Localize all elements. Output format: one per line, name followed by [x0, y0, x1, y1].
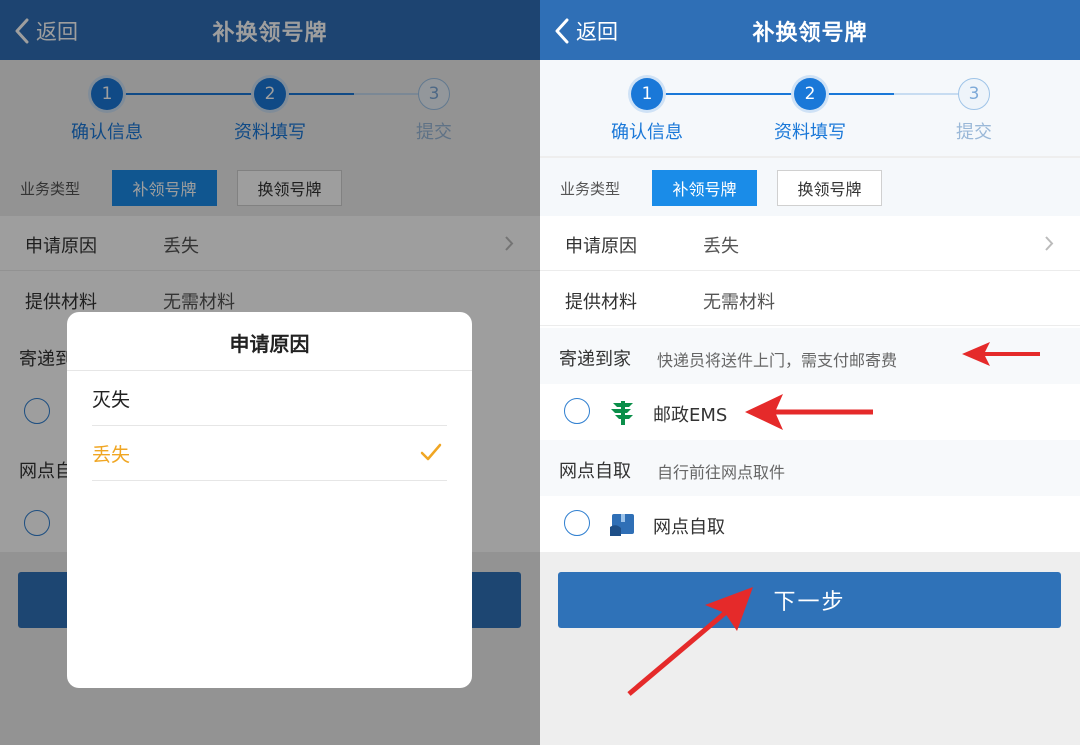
pickup-option-row[interactable]: 网点自取 [540, 496, 1080, 552]
screen-delivery-options: 返回 补换领号牌 1 2 3 确认信息 资料填写 提交 业务类型 补领号牌 换领… [540, 0, 1080, 745]
step-1-label: 确认信息 [611, 122, 683, 143]
checkmark-icon [420, 443, 442, 461]
reason-option-label: 灭失 [92, 389, 131, 411]
pickup-option-label: 网点自取 [653, 517, 725, 538]
screen-with-reason-dialog: 返回 补换领号牌 1 2 3 确认信息 资料填写 提交 业务类型 补领号牌 换领… [0, 0, 540, 745]
home-delivery-desc: 快递员将送件上门，需支付邮寄费 [657, 351, 898, 370]
ems-option-label: 邮政EMS [653, 405, 728, 426]
ems-option-row[interactable]: 邮政EMS [540, 384, 1080, 440]
replace-plate-button[interactable]: 换领号牌 [777, 170, 882, 206]
pickup-radio[interactable] [564, 510, 590, 536]
next-button[interactable]: 下一步 [558, 572, 1061, 628]
china-post-logo-icon [611, 401, 633, 425]
step-2-circle: 2 [794, 78, 826, 110]
reason-option-destroyed[interactable]: 灭失 [92, 371, 447, 425]
step-connector [894, 93, 958, 95]
ems-radio[interactable] [564, 398, 590, 424]
step-indicator: 1 2 3 确认信息 资料填写 提交 [540, 60, 1080, 156]
dialog-divider [92, 480, 447, 481]
home-delivery-title: 寄递到家 [559, 349, 631, 370]
reason-picker-dialog: 申请原因 灭失 丢失 [67, 312, 472, 688]
nav-header: 返回 补换领号牌 [540, 0, 1080, 60]
reason-option-label: 丢失 [92, 444, 131, 466]
step-2-label: 资料填写 [774, 122, 846, 143]
pickup-desc: 自行前往网点取件 [657, 463, 786, 482]
chevron-right-icon [1045, 236, 1054, 251]
form-card: 申请原因 丢失 提供材料 无需材料 寄递到家 快递员将送件上门，需支付邮寄费 邮… [540, 216, 1080, 552]
pickup-title: 网点自取 [559, 461, 631, 482]
step-3-label: 提交 [956, 122, 992, 143]
step-connector [663, 93, 794, 95]
reason-label: 申请原因 [565, 236, 637, 257]
page-title: 补换领号牌 [752, 21, 868, 46]
reissue-plate-button[interactable]: 补领号牌 [652, 170, 757, 206]
business-type-row: 业务类型 补领号牌 换领号牌 [540, 158, 1080, 216]
home-delivery-row: 寄递到家 快递员将送件上门，需支付邮寄费 [540, 328, 1080, 384]
dialog-title: 申请原因 [229, 332, 310, 356]
step-1-circle: 1 [631, 78, 663, 110]
parcel-box-icon [610, 514, 634, 536]
reason-option-lost[interactable]: 丢失 [92, 426, 447, 480]
business-type-label: 业务类型 [560, 180, 621, 198]
reason-row[interactable]: 申请原因 丢失 [540, 216, 1080, 271]
materials-row: 提供材料 无需材料 [540, 271, 1080, 326]
row-divider [540, 325, 1080, 326]
step-3-circle: 3 [958, 78, 990, 110]
materials-value: 无需材料 [703, 292, 775, 313]
materials-label: 提供材料 [565, 292, 637, 313]
step-connector [826, 93, 894, 95]
reason-value: 丢失 [703, 236, 739, 257]
pickup-row: 网点自取 自行前往网点取件 [540, 440, 1080, 496]
